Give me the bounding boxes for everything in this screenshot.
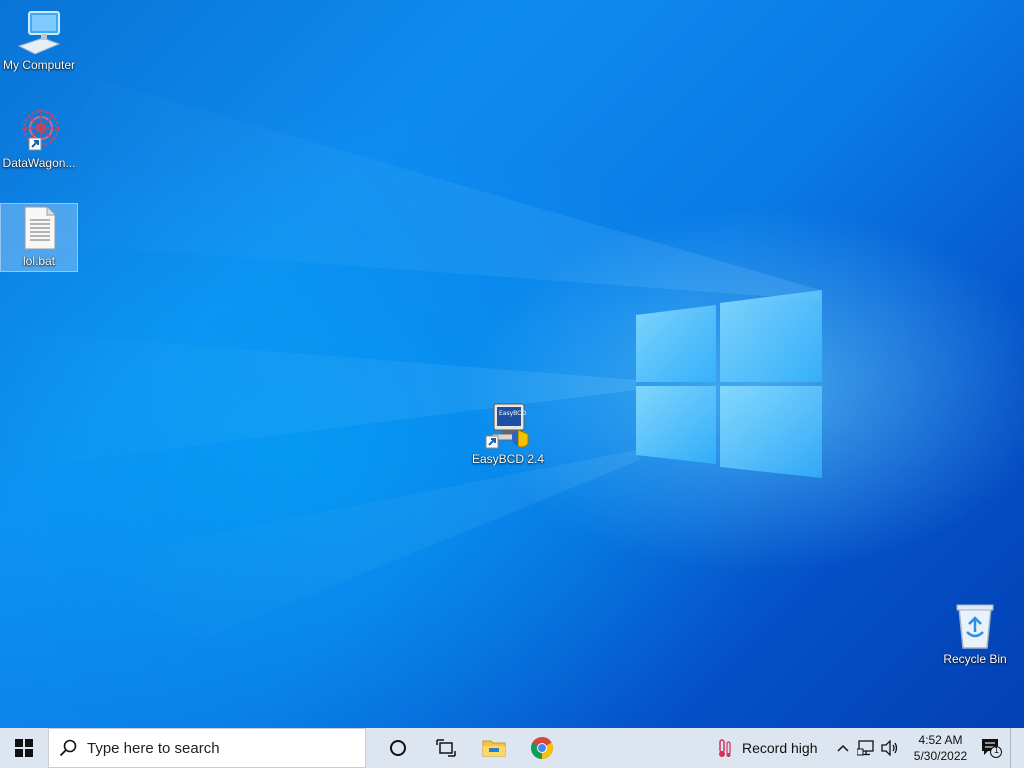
volume-button[interactable] [878, 740, 902, 756]
clock-time: 4:52 AM [918, 733, 963, 747]
desktop-icon-easybcd[interactable]: EasyBCD EasyBCD 2.4 [470, 402, 546, 466]
desktop-icon-my-computer[interactable]: My Computer [1, 8, 77, 72]
desktop-icon-label: My Computer [2, 58, 76, 72]
weather-text: Record high [742, 740, 818, 756]
network-icon [856, 740, 874, 756]
windows-start-icon [15, 739, 33, 757]
clock-date: 5/30/2022 [913, 749, 968, 763]
wallpaper-light-beams [0, 80, 822, 640]
chevron-up-icon [836, 744, 849, 752]
cortana-button[interactable] [374, 728, 422, 768]
desktop-icon-label: lol.bat [22, 254, 56, 268]
weather-widget[interactable]: Record high [716, 728, 818, 768]
notification-count: 1 [993, 745, 999, 755]
chrome-icon [531, 737, 553, 759]
show-hidden-icons-button[interactable] [832, 744, 854, 752]
file-explorer-button[interactable] [470, 728, 518, 768]
start-button[interactable] [0, 728, 48, 768]
thermometer-icon [719, 739, 731, 757]
desktop-icon-label: EasyBCD 2.4 [471, 452, 545, 466]
computer-icon [17, 11, 61, 55]
desktop-icon-label: Recycle Bin [943, 652, 1007, 666]
easybcd-icon: EasyBCD [485, 403, 529, 449]
desktop[interactable]: My Computer DataWagon... lol.bat EasyBCD [0, 0, 1024, 728]
windows-logo-wallpaper [636, 290, 822, 478]
chrome-button[interactable] [518, 728, 566, 768]
task-view-icon [436, 739, 456, 757]
desktop-icon-datawagon[interactable]: DataWagon... [1, 106, 77, 170]
search-icon [59, 739, 77, 757]
batch-file-icon [24, 206, 56, 250]
taskbar-search-box[interactable]: Type here to search [48, 728, 366, 768]
cortana-icon [390, 740, 406, 756]
network-button[interactable] [854, 740, 878, 756]
show-desktop-button[interactable] [1009, 728, 1017, 768]
search-placeholder: Type here to search [87, 739, 220, 757]
taskbar: Type here to search Record high 4:52 AM … [0, 728, 1024, 768]
svg-text:EasyBCD: EasyBCD [499, 410, 526, 417]
file-explorer-icon [482, 740, 506, 757]
desktop-icon-recycle-bin[interactable]: Recycle Bin [937, 602, 1013, 666]
task-view-button[interactable] [422, 728, 470, 768]
speaker-icon [880, 740, 897, 756]
recycle-bin-icon [956, 604, 994, 649]
desktop-icon-label: DataWagon... [2, 156, 76, 170]
desktop-icon-lol-bat[interactable]: lol.bat [0, 203, 78, 272]
datawagon-icon [22, 109, 60, 151]
action-center-button[interactable]: 1 [974, 728, 1010, 768]
system-clock[interactable]: 4:52 AM 5/30/2022 [908, 732, 974, 764]
